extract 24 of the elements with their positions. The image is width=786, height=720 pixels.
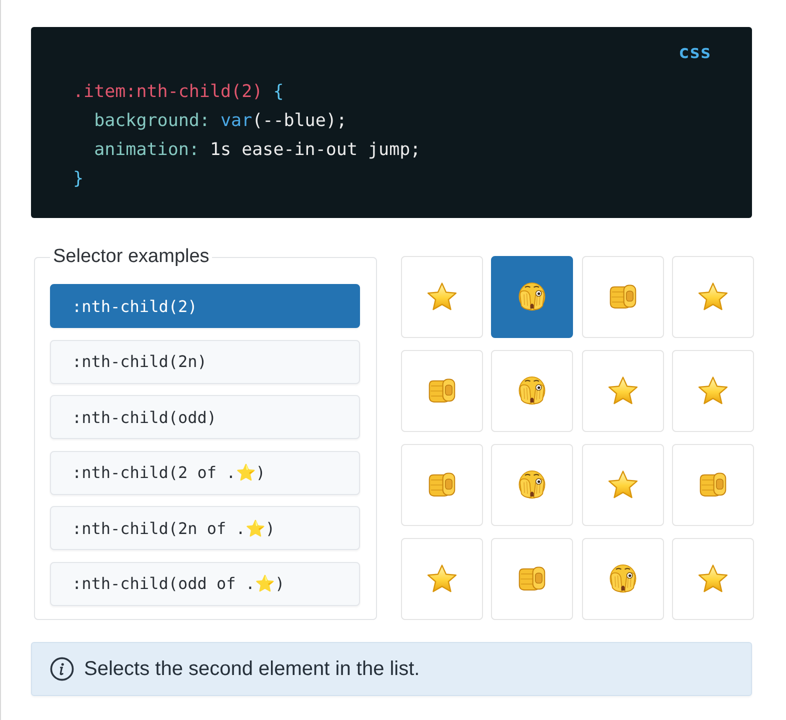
language-label: css [678, 42, 711, 64]
code-line: .item:nth-child(2) { [73, 81, 284, 104]
selector-button[interactable]: :nth-child(odd of .⭐) [50, 562, 360, 606]
star-icon [426, 282, 458, 312]
selector-button[interactable]: :nth-child(2n) [50, 340, 360, 384]
description-text: Selects the second element in the list. [84, 658, 420, 680]
selector-button[interactable]: :nth-child(2 of .⭐) [50, 450, 360, 494]
star-icon [426, 564, 458, 594]
panel-legend: Selector examples [50, 247, 212, 267]
selector-button[interactable]: :nth-child(2) [50, 284, 360, 328]
star-icon [697, 564, 729, 594]
star-icon [606, 376, 638, 406]
peeking-face-icon [516, 376, 548, 406]
star-icon [606, 470, 638, 500]
selector-button[interactable]: :nth-child(odd) [50, 395, 360, 439]
star-icon [697, 282, 729, 312]
selector-button[interactable]: :nth-child(2n of .⭐) [50, 506, 360, 550]
code-line: background: var(--blue); [93, 110, 347, 133]
star-icon [697, 376, 729, 406]
peeking-face-icon [516, 470, 548, 500]
code-line: animation: 1s ease-in-out jump; [93, 139, 421, 162]
info-icon [50, 657, 74, 681]
code-line: } [73, 168, 84, 191]
peeking-face-icon [516, 282, 548, 312]
